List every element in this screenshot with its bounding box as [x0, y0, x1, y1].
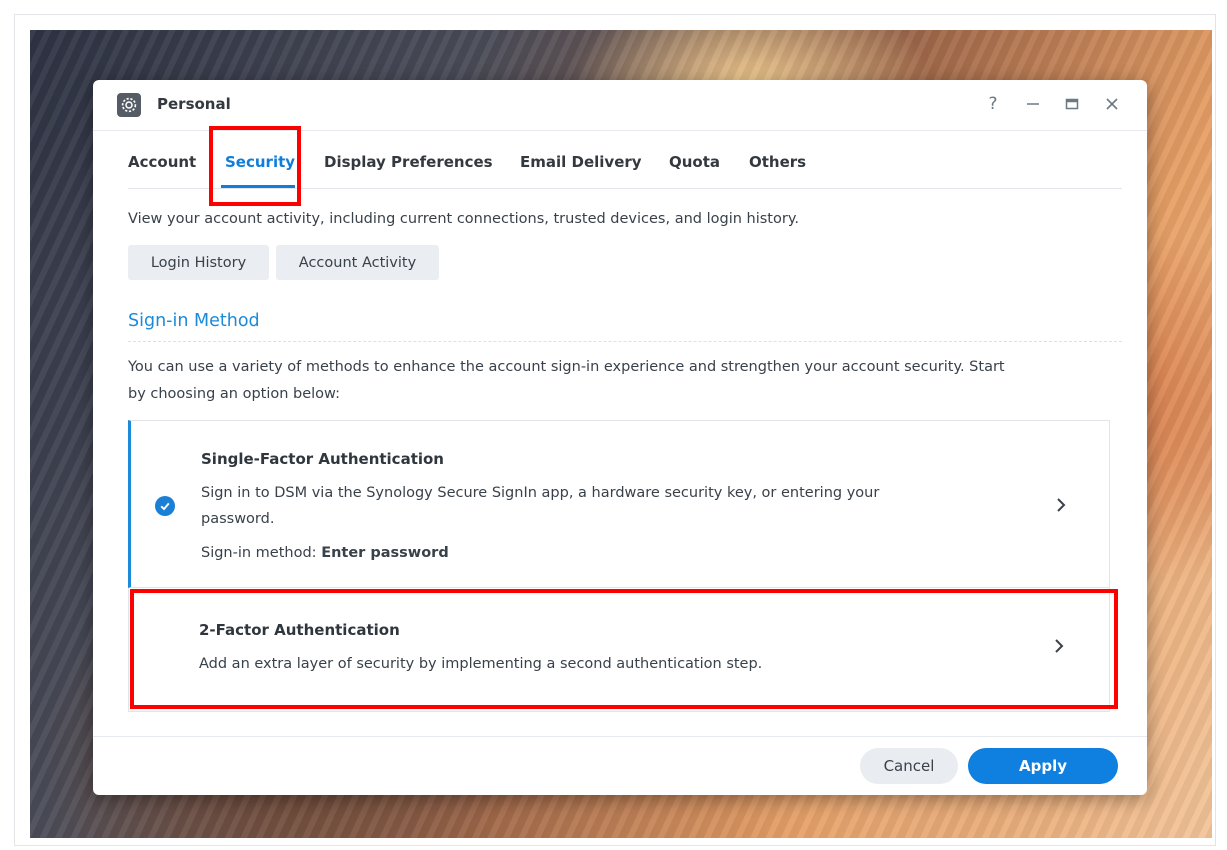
- sign-in-method-label: Sign-in method:: [201, 545, 322, 561]
- minimize-button[interactable]: [1019, 90, 1047, 118]
- help-button[interactable]: ?: [979, 90, 1007, 118]
- tab-bar: Account Security Display Preferences Ema…: [128, 138, 1122, 189]
- single-factor-desc-line2: password.: [201, 511, 275, 527]
- chevron-right-icon: [1049, 636, 1069, 656]
- close-button[interactable]: [1098, 90, 1126, 118]
- window-title: Personal: [157, 95, 231, 113]
- login-history-button[interactable]: Login History: [128, 245, 269, 280]
- checkmark-icon: [155, 496, 175, 516]
- tab-others[interactable]: Others: [749, 153, 806, 171]
- gear-icon: [117, 93, 141, 117]
- chevron-right-icon: [1051, 495, 1071, 515]
- tab-email-delivery[interactable]: Email Delivery: [520, 153, 642, 171]
- tab-security[interactable]: Security: [225, 153, 295, 171]
- two-factor-desc: Add an extra layer of security by implem…: [199, 656, 763, 672]
- sign-in-intro-line1: You can use a variety of methods to enha…: [128, 359, 1005, 375]
- sign-in-method-value: Enter password: [321, 545, 449, 561]
- section-divider: [128, 341, 1122, 342]
- two-factor-title: 2-Factor Authentication: [199, 621, 400, 639]
- active-tab-indicator: [221, 185, 295, 188]
- maximize-icon: [1065, 98, 1079, 110]
- cancel-button[interactable]: Cancel: [860, 748, 958, 784]
- single-factor-card[interactable]: Single-Factor Authentication Sign in to …: [128, 420, 1110, 588]
- login-history-label: Login History: [150, 254, 247, 271]
- sign-in-method-heading: Sign-in Method: [128, 311, 260, 331]
- apply-label: Apply: [1018, 757, 1067, 775]
- minimize-icon: [1027, 103, 1039, 105]
- activity-description: View your account activity, including cu…: [128, 211, 799, 227]
- account-activity-label: Account Activity: [298, 254, 417, 271]
- sign-in-method-row: Sign-in method: Enter password: [201, 541, 991, 566]
- tab-display-preferences[interactable]: Display Preferences: [324, 153, 493, 171]
- tab-quota[interactable]: Quota: [669, 153, 720, 171]
- personal-window: Personal ? Account Security Display Pref…: [93, 80, 1147, 795]
- close-icon: [1106, 98, 1118, 110]
- single-factor-desc-line1: Sign in to DSM via the Synology Secure S…: [201, 485, 880, 501]
- help-icon: ?: [988, 94, 998, 114]
- maximize-button[interactable]: [1058, 90, 1086, 118]
- sign-in-intro-line2: by choosing an option below:: [128, 386, 341, 402]
- dialog-footer: Cancel Apply: [93, 736, 1147, 795]
- two-factor-card[interactable]: 2-Factor Authentication Add an extra lay…: [128, 588, 1110, 712]
- apply-button[interactable]: Apply: [968, 748, 1118, 784]
- single-factor-title: Single-Factor Authentication: [201, 450, 444, 468]
- account-activity-button[interactable]: Account Activity: [276, 245, 439, 280]
- tab-account[interactable]: Account: [128, 153, 196, 171]
- cancel-label: Cancel: [883, 757, 935, 775]
- title-bar[interactable]: Personal ?: [93, 80, 1147, 131]
